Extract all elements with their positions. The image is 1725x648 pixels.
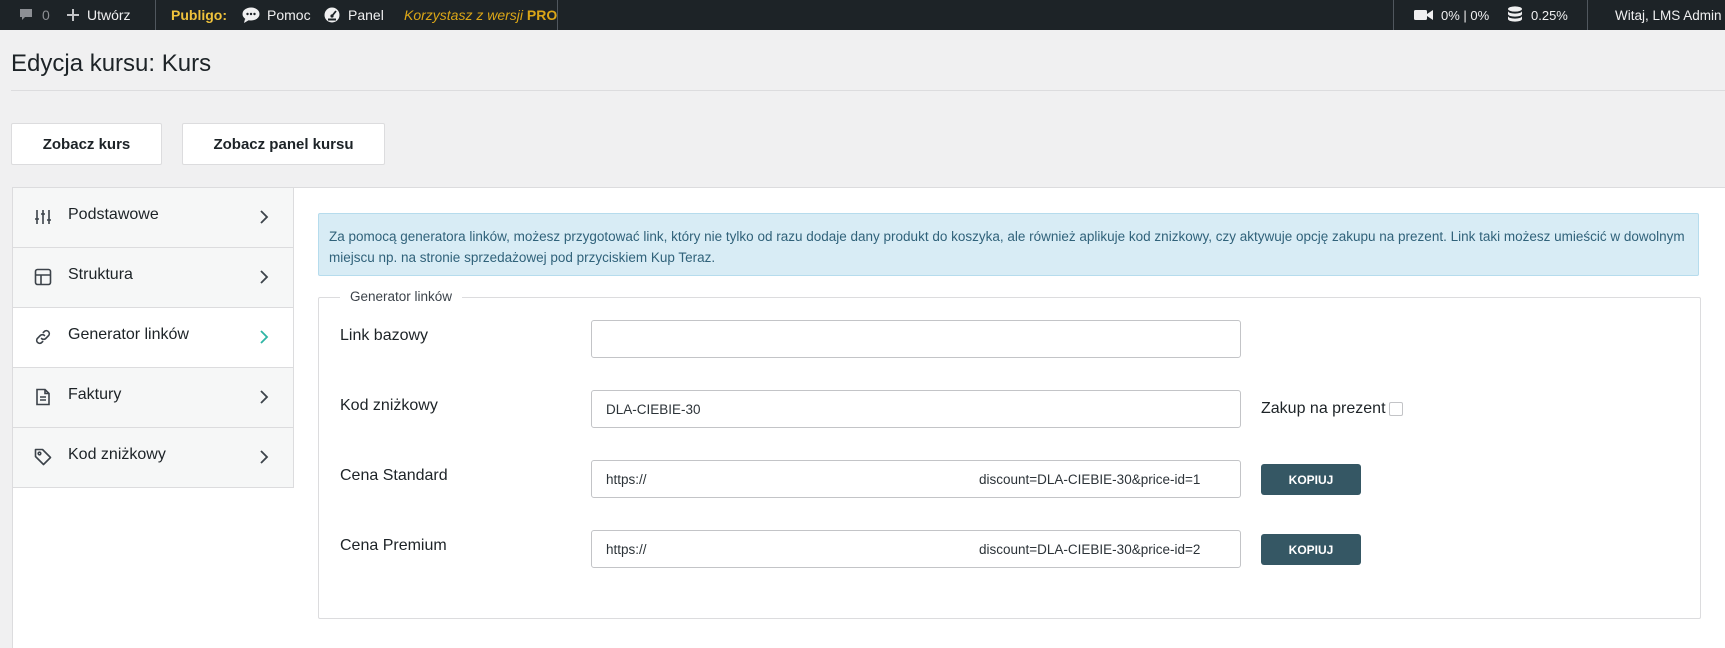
dashboard-icon xyxy=(324,7,340,23)
video-usage: 0% | 0% xyxy=(1414,0,1489,30)
disk-usage-value: 0.25% xyxy=(1531,7,1568,23)
discount-code-label: Kod zniżkowy xyxy=(340,397,438,414)
url-end: discount=DLA-CIEBIE-30&price-id=1 xyxy=(979,472,1201,487)
pro-prefix: Korzystasz z wersji xyxy=(404,7,524,23)
url-end: discount=DLA-CIEBIE-30&price-id=2 xyxy=(979,542,1201,557)
separator xyxy=(1393,0,1394,30)
sidebar-item-faktury[interactable]: Faktury xyxy=(13,368,293,428)
create-label: Utwórz xyxy=(87,7,131,23)
sidebar-item-label: Kod zniżkowy xyxy=(68,446,166,463)
view-course-panel-button[interactable]: Zobacz panel kursu xyxy=(182,123,385,165)
discount-code-input[interactable] xyxy=(591,390,1241,428)
pro-suffix: PRO xyxy=(526,7,558,23)
comments-count: 0 xyxy=(42,7,50,23)
video-usage-value: 0% | 0% xyxy=(1441,7,1490,23)
link-icon xyxy=(34,328,52,346)
separator xyxy=(1587,0,1588,30)
fieldset-legend: Generator linków xyxy=(340,289,463,304)
comment-icon xyxy=(18,7,34,23)
view-course-button[interactable]: Zobacz kurs xyxy=(11,123,162,165)
create-new-link[interactable]: Utwórz xyxy=(66,0,131,30)
sidebar-item-label: Faktury xyxy=(68,386,122,403)
title-divider xyxy=(11,90,1725,91)
base-link-label: Link bazowy xyxy=(340,327,429,344)
video-camera-icon xyxy=(1414,8,1434,22)
separator xyxy=(155,0,156,30)
separator xyxy=(557,0,558,30)
sidebar-item-struktura[interactable]: Struktura xyxy=(13,248,293,308)
pro-version-text: Korzystasz z wersji PRO xyxy=(404,7,557,23)
tag-icon xyxy=(34,448,52,466)
grid-icon xyxy=(34,268,52,286)
help-link[interactable]: Pomoc xyxy=(242,0,311,30)
sidebar-item-generator-linkow[interactable]: Generator linków xyxy=(13,308,293,368)
price-standard-url-field[interactable]: https:// discount=DLA-CIEBIE-30&price-id… xyxy=(591,460,1241,498)
settings-sidebar: Podstawowe Struktura Generator linków Fa… xyxy=(13,188,294,488)
publigo-title: Publigo: xyxy=(171,7,227,23)
info-notice: Za pomocą generatora linków, możesz przy… xyxy=(318,213,1699,276)
price-premium-url-field[interactable]: https:// discount=DLA-CIEBIE-30&price-id… xyxy=(591,530,1241,568)
base-link-input[interactable] xyxy=(591,320,1241,358)
account-greeting[interactable]: Witaj, LMS Admin xyxy=(1615,0,1722,30)
sidebar-item-label: Struktura xyxy=(68,266,133,283)
panel-label: Panel xyxy=(348,7,384,23)
gift-purchase-checkbox[interactable] xyxy=(1389,402,1403,416)
comments-link[interactable]: 0 xyxy=(18,0,50,30)
copy-standard-button[interactable]: KOPIUJ xyxy=(1261,464,1361,495)
sidebar-item-kod-znizkowy[interactable]: Kod zniżkowy xyxy=(13,428,293,488)
sidebar-item-label: Generator linków xyxy=(68,326,189,343)
sliders-icon xyxy=(34,208,52,226)
chevron-right-icon xyxy=(258,269,270,285)
url-start: https:// xyxy=(606,472,647,487)
plus-icon xyxy=(66,8,80,22)
disk-usage: 0.25% xyxy=(1507,0,1568,30)
admin-bar: 0 Utwórz Publigo: Pomoc Panel Korzystasz… xyxy=(0,0,1725,30)
url-start: https:// xyxy=(606,542,647,557)
chevron-right-icon xyxy=(258,449,270,465)
sidebar-item-label: Podstawowe xyxy=(68,206,159,223)
price-standard-label: Cena Standard xyxy=(340,467,448,484)
chevron-right-icon xyxy=(258,329,270,345)
publigo-label: Publigo: xyxy=(171,0,227,30)
sidebar-item-podstawowe[interactable]: Podstawowe xyxy=(13,188,293,248)
pro-version-link[interactable]: Korzystasz z wersji PRO xyxy=(404,0,557,30)
page-title: Edycja kursu: Kurs xyxy=(11,50,212,77)
chevron-right-icon xyxy=(258,389,270,405)
greeting-text: Witaj, LMS Admin xyxy=(1615,7,1722,23)
price-premium-label: Cena Premium xyxy=(340,537,447,554)
panel-link[interactable]: Panel xyxy=(324,0,384,30)
copy-premium-button[interactable]: KOPIUJ xyxy=(1261,534,1361,565)
help-label: Pomoc xyxy=(267,7,311,23)
speech-bubble-icon xyxy=(242,7,260,23)
gift-purchase-label: Zakup na prezent xyxy=(1261,400,1386,417)
database-icon xyxy=(1507,6,1523,24)
document-icon xyxy=(34,388,52,406)
chevron-right-icon xyxy=(258,209,270,225)
